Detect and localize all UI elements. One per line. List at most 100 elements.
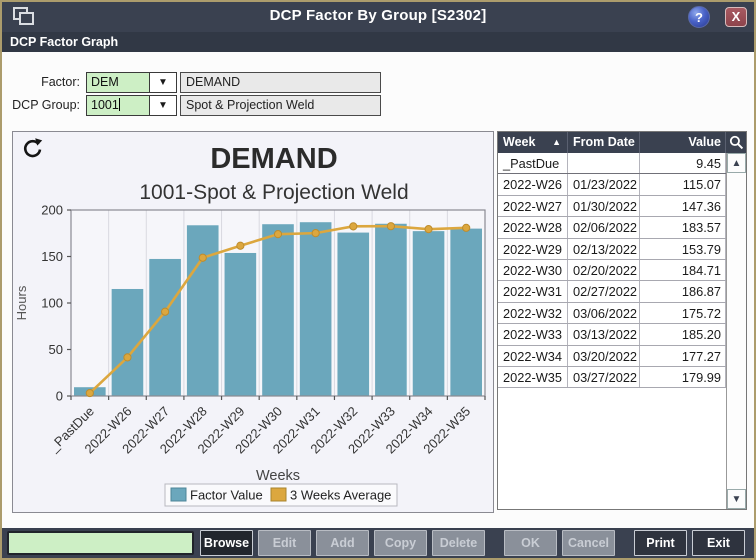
close-icon: X — [732, 9, 741, 24]
y-axis-label: Hours — [14, 285, 29, 320]
table-cell: 2022-W26 — [498, 174, 568, 194]
bar-factor-value — [450, 229, 482, 396]
delete-button: Delete — [432, 530, 485, 556]
table-cell: 185.20 — [640, 324, 726, 344]
value-header-label: Value — [688, 135, 721, 149]
line-point — [312, 230, 319, 237]
svg-text:200: 200 — [41, 203, 63, 218]
search-icon — [729, 135, 744, 150]
table-scrollbar[interactable]: ▲ ▼ — [726, 153, 746, 509]
factor-dropdown-button[interactable]: ▼ — [149, 72, 177, 93]
window-title: DCP Factor By Group [S2302] — [2, 7, 754, 24]
table-cell: 2022-W34 — [498, 346, 568, 366]
table-row[interactable]: 2022-W2701/30/2022147.36 — [498, 196, 726, 217]
factor-table: Week ▲ From Date Value _PastDue9.452022-… — [497, 131, 747, 510]
table-cell: 01/30/2022 — [568, 196, 640, 216]
table-cell — [568, 153, 640, 173]
table-cell: 03/06/2022 — [568, 303, 640, 323]
line-point — [463, 224, 470, 231]
status-message-field — [7, 531, 194, 555]
bar-factor-value — [187, 225, 219, 396]
bar-factor-value — [375, 224, 407, 396]
column-header-value[interactable]: Value — [640, 132, 726, 153]
table-cell: 147.36 — [640, 196, 726, 216]
table-cell: 115.07 — [640, 174, 726, 194]
bar-factor-value — [225, 253, 257, 396]
table-cell: 9.45 — [640, 153, 726, 173]
line-point — [86, 389, 93, 396]
table-cell: 2022-W33 — [498, 324, 568, 344]
scroll-down-button[interactable]: ▼ — [727, 489, 746, 509]
refresh-icon — [21, 137, 43, 159]
factor-name-field: DEMAND — [180, 72, 381, 93]
legend-label-3-weeks-average: 3 Weeks Average — [290, 488, 391, 503]
table-cell: 02/06/2022 — [568, 217, 640, 237]
table-cell: 2022-W28 — [498, 217, 568, 237]
panel-title-bar: DCP Factor Graph — [2, 32, 754, 52]
table-row[interactable]: _PastDue9.45 — [498, 153, 726, 174]
table-body: _PastDue9.452022-W2601/23/2022115.072022… — [498, 153, 726, 509]
chart-panel: DEMAND1001-Spot & Projection Weld0501001… — [12, 131, 494, 513]
table-row[interactable]: 2022-W3503/27/2022179.99 — [498, 367, 726, 388]
table-cell: 02/13/2022 — [568, 239, 640, 259]
line-point — [124, 354, 131, 361]
table-cell: 2022-W35 — [498, 367, 568, 387]
factor-label: Factor: — [2, 72, 80, 93]
table-cell: 183.57 — [640, 217, 726, 237]
table-row[interactable]: 2022-W3002/20/2022184.71 — [498, 260, 726, 281]
add-button: Add — [316, 530, 369, 556]
bar-factor-value — [413, 231, 445, 396]
toolbar-buttons: BrowseEditAddCopyDeleteOKCancelPrintExit — [200, 530, 745, 556]
table-cell: 2022-W32 — [498, 303, 568, 323]
line-point — [274, 231, 281, 238]
svg-text:50: 50 — [49, 342, 63, 357]
table-cell: 175.72 — [640, 303, 726, 323]
exit-button[interactable]: Exit — [692, 530, 745, 556]
scroll-up-button[interactable]: ▲ — [727, 153, 746, 173]
line-point — [425, 226, 432, 233]
table-row[interactable]: 2022-W3102/27/2022186.87 — [498, 281, 726, 302]
chart-title: DEMAND — [210, 143, 337, 175]
browse-button[interactable]: Browse — [200, 530, 253, 556]
table-cell: 2022-W29 — [498, 239, 568, 259]
chevron-down-icon: ▼ — [158, 77, 168, 88]
table-cell: 02/20/2022 — [568, 260, 640, 280]
chevron-down-icon: ▼ — [158, 100, 168, 111]
close-button[interactable]: X — [725, 7, 747, 27]
table-cell: 179.99 — [640, 367, 726, 387]
legend-swatch-3-weeks-average — [271, 488, 286, 501]
table-row[interactable]: 2022-W3303/13/2022185.20 — [498, 324, 726, 345]
scroll-down-icon: ▼ — [732, 494, 742, 505]
bar-factor-value — [337, 233, 369, 396]
sort-ascending-icon: ▲ — [552, 132, 561, 153]
table-cell: 2022-W30 — [498, 260, 568, 280]
refresh-button[interactable] — [20, 137, 44, 161]
dcp-factor-window: DCP Factor By Group [S2302] ? X DCP Fact… — [0, 0, 756, 560]
dcp-group-label: DCP Group: — [2, 95, 80, 116]
table-cell: 177.27 — [640, 346, 726, 366]
table-cell: 03/13/2022 — [568, 324, 640, 344]
demand-chart: DEMAND1001-Spot & Projection Weld0501001… — [13, 132, 493, 512]
help-button[interactable]: ? — [688, 6, 710, 28]
line-point — [199, 254, 206, 261]
ok-button: OK — [504, 530, 557, 556]
table-row[interactable]: 2022-W2802/06/2022183.57 — [498, 217, 726, 238]
table-row[interactable]: 2022-W3403/20/2022177.27 — [498, 346, 726, 367]
table-cell: 186.87 — [640, 281, 726, 301]
text-caret — [119, 98, 120, 111]
column-header-from-date[interactable]: From Date — [568, 132, 640, 153]
title-bar: DCP Factor By Group [S2302] ? X — [2, 2, 754, 32]
dcp-group-dropdown-button[interactable]: ▼ — [149, 95, 177, 116]
column-header-week[interactable]: Week ▲ — [498, 132, 568, 153]
table-cell: 01/23/2022 — [568, 174, 640, 194]
edit-button: Edit — [258, 530, 311, 556]
table-row[interactable]: 2022-W2601/23/2022115.07 — [498, 174, 726, 195]
dcp-group-code-input[interactable]: 1001 — [86, 95, 149, 116]
table-row[interactable]: 2022-W2902/13/2022153.79 — [498, 239, 726, 260]
table-row[interactable]: 2022-W3203/06/2022175.72 — [498, 303, 726, 324]
print-button[interactable]: Print — [634, 530, 687, 556]
factor-code-input[interactable]: DEM — [86, 72, 149, 93]
from-date-header-label: From Date — [573, 135, 635, 149]
table-search-button[interactable] — [726, 132, 746, 153]
bar-factor-value — [300, 222, 332, 396]
